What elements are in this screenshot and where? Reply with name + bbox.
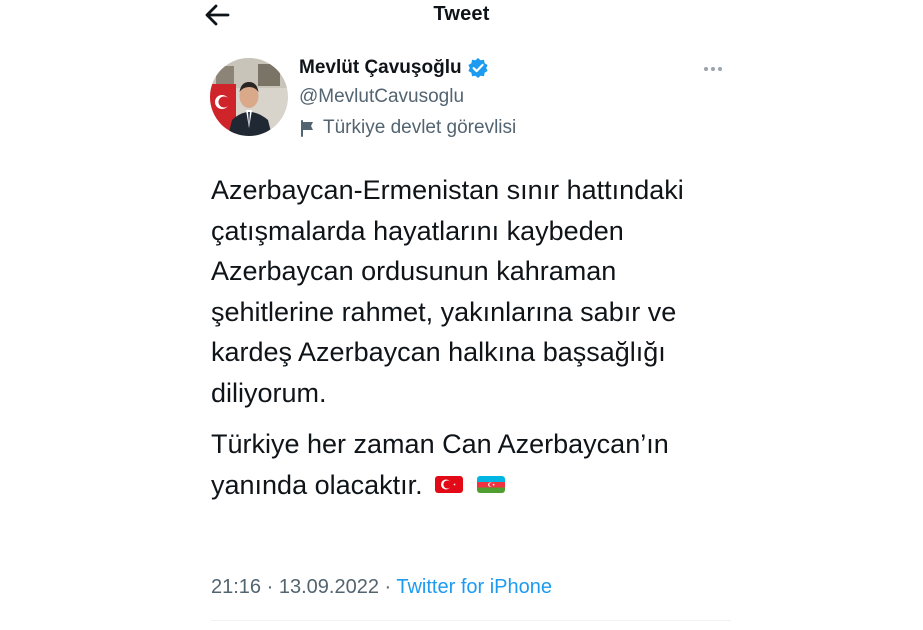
tweet-date[interactable]: 13.09.2022 xyxy=(279,576,379,598)
tweet-time[interactable]: 21:16 xyxy=(211,576,261,598)
author-name-text: Mevlüt Çavuşoğlu xyxy=(299,57,462,78)
more-options-button[interactable] xyxy=(700,60,728,78)
more-dots-icon xyxy=(704,67,722,71)
flag-azerbaijan-icon xyxy=(476,466,506,507)
verified-badge-icon xyxy=(467,57,489,79)
author-display-name[interactable]: Mevlüt Çavuşoğlu xyxy=(299,57,489,79)
tweet-paragraph-1: Azerbaycan-Ermenistan sınır hattındaki ç… xyxy=(211,175,684,408)
top-bar: Tweet xyxy=(0,0,923,34)
tweet-source-link[interactable]: Twitter for iPhone xyxy=(396,576,552,598)
government-label-text: Türkiye devlet görevlisi xyxy=(323,117,517,138)
author-handle[interactable]: @MevlutCavusoglu xyxy=(299,86,464,108)
tweet-body: Azerbaycan-Ermenistan sınır hattındaki ç… xyxy=(211,170,731,507)
tweet-meta: 21:16 · 13.09.2022 · Twitter for iPhone xyxy=(211,576,552,599)
divider xyxy=(211,620,731,621)
meta-separator: · xyxy=(261,576,279,598)
meta-separator: · xyxy=(378,576,397,598)
tweet-paragraph-2: Türkiye her zaman Can Azerbaycan’ın yanı… xyxy=(211,424,731,507)
page-title: Tweet xyxy=(433,3,490,25)
avatar[interactable] xyxy=(210,58,288,136)
government-label: Türkiye devlet görevlisi xyxy=(299,117,516,139)
flag-icon xyxy=(299,119,317,137)
flag-turkey-icon xyxy=(434,466,464,507)
